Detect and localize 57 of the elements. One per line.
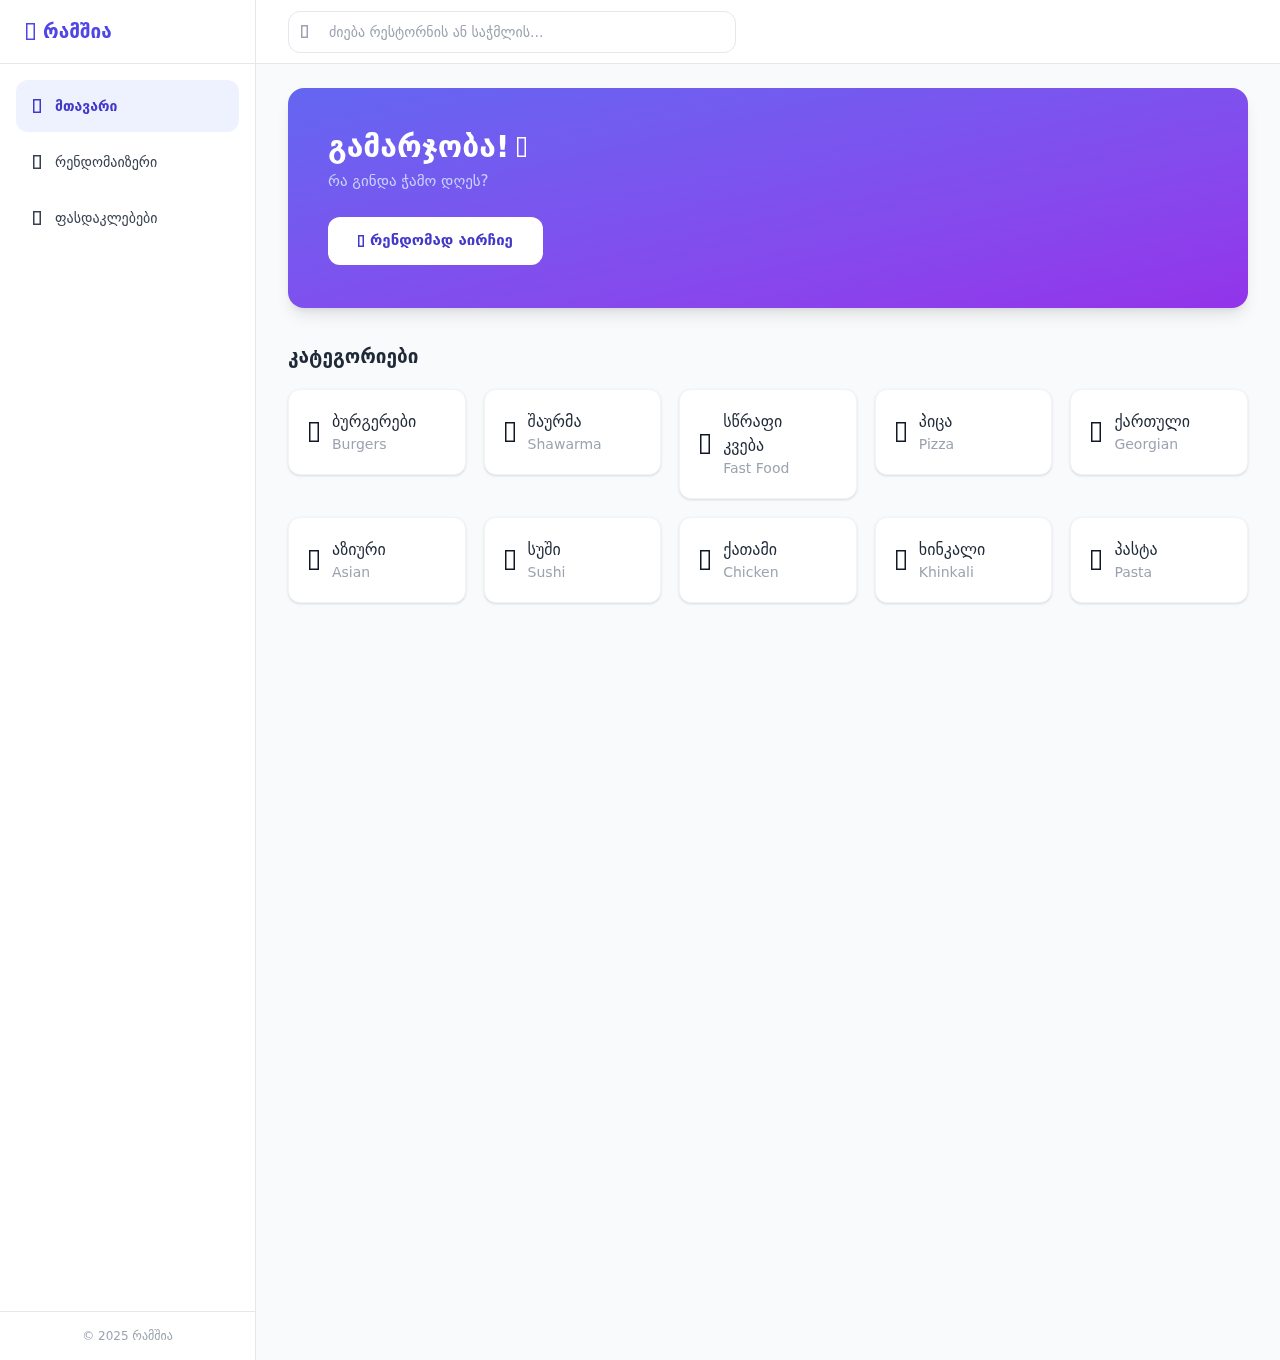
missing-glyph-icon (517, 137, 527, 157)
category-subtitle: Khinkali (918, 562, 975, 582)
missing-glyph-icon (895, 549, 906, 570)
missing-glyph-icon (504, 549, 515, 570)
hero-title: გამარჯობა! (328, 128, 510, 166)
missing-glyph-icon (504, 421, 515, 442)
category-card[interactable]: სწრაფი კვება Fast Food (679, 388, 857, 499)
search-field[interactable]: ძიება რესტორნის ან საჭმლის... (288, 10, 736, 53)
missing-glyph-icon (33, 211, 41, 225)
missing-glyph-icon (700, 549, 711, 570)
category-card[interactable]: აზიური Asian (288, 516, 466, 603)
category-subtitle: Burgers (332, 434, 388, 454)
missing-glyph-icon (358, 234, 364, 247)
category-subtitle: Georgian (1114, 434, 1180, 454)
category-name: სუში (527, 538, 562, 561)
category-card[interactable]: პასტა Pasta (1070, 516, 1248, 603)
category-name: აზიური (332, 538, 386, 561)
category-card[interactable]: სუში Sushi (483, 516, 662, 603)
category-card[interactable]: ბურგერები Burgers (288, 388, 466, 475)
random-pick-button[interactable]: რენდომად აირჩიე (328, 216, 543, 265)
missing-glyph-icon (309, 549, 319, 570)
category-name: ხინკალი (918, 538, 986, 561)
missing-glyph-icon (26, 23, 35, 40)
missing-glyph-icon (1091, 421, 1102, 442)
category-subtitle: Pasta (1114, 562, 1154, 582)
missing-glyph-icon (33, 155, 41, 169)
section-title: კატეგორიები (288, 344, 420, 370)
category-name: სწრაფი კვება (723, 410, 784, 457)
category-subtitle: Asian (332, 562, 372, 582)
category-subtitle: Sushi (527, 562, 566, 582)
category-name: ქათამი (723, 538, 779, 561)
missing-glyph-icon (301, 24, 308, 38)
hero-subtitle: რა გინდა ჭამო დღეს? (328, 171, 489, 192)
category-name: პიცა (918, 410, 954, 433)
missing-glyph-icon (1091, 549, 1102, 570)
category-name: პასტა (1114, 538, 1158, 561)
missing-glyph-icon (33, 99, 41, 113)
category-card[interactable]: ხინკალი Khinkali (874, 516, 1053, 603)
sidebar-item[interactable]: ფასდაკლებები (16, 192, 239, 244)
brand-name: რამშია (43, 19, 112, 45)
category-subtitle: Chicken (723, 562, 779, 582)
category-name: ბურგერები (332, 410, 417, 433)
category-card[interactable]: ქართული Georgian (1070, 388, 1248, 475)
category-card[interactable]: პიცა Pizza (874, 388, 1053, 475)
missing-glyph-icon (309, 421, 319, 442)
category-subtitle: Shawarma (527, 434, 602, 454)
category-card[interactable]: ქათამი Chicken (679, 516, 857, 603)
sidebar-item[interactable]: მთავარი (16, 80, 239, 132)
missing-glyph-icon (895, 421, 906, 442)
category-subtitle: Pizza (918, 434, 955, 454)
category-subtitle: Fast Food (723, 458, 791, 478)
copyright-text: © 2025 რამშია (82, 1328, 173, 1345)
category-card[interactable]: შაურმა Shawarma (483, 388, 662, 475)
missing-glyph-icon (700, 433, 711, 454)
sidebar-item[interactable]: რენდომაიზერი (16, 136, 239, 188)
category-name: ქართული (1114, 410, 1190, 433)
category-name: შაურმა (527, 410, 583, 433)
